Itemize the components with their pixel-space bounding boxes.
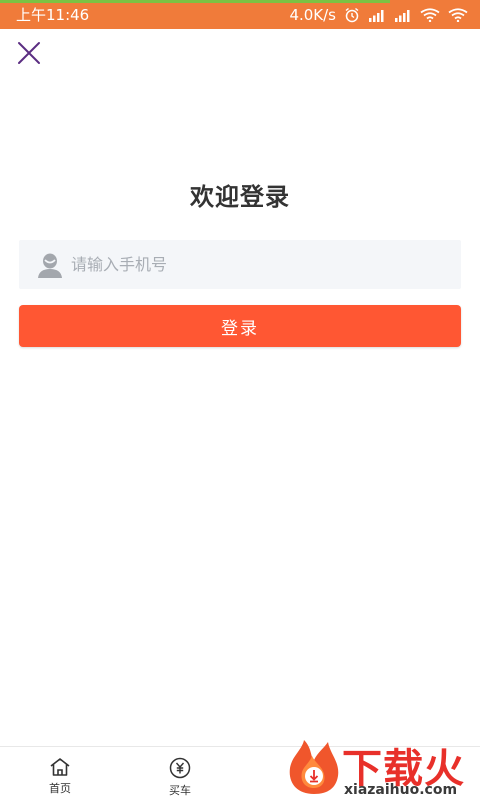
signal-icon [395,9,410,22]
alarm-icon [345,7,359,22]
login-button[interactable]: 登录 [19,305,461,347]
wifi-icon [448,7,468,22]
close-button[interactable] [16,40,42,66]
close-icon [18,42,40,64]
tab-home[interactable]: 首页 [30,757,90,796]
tab-home-label: 首页 [49,782,71,795]
yuan-icon [169,757,191,779]
watermark-subtitle: xiazaihuo.com [344,782,458,798]
net-speed: 4.0K/s [289,5,336,24]
tab-buy-car[interactable]: 买车 [150,757,210,798]
user-icon [38,253,62,278]
status-time: 上午11:46 [16,6,90,24]
phone-field[interactable] [19,240,461,289]
signal-icon [369,9,384,22]
home-icon [50,758,70,776]
flame-logo-icon [289,740,339,794]
tab-buy-car-label: 买车 [169,784,191,797]
page-title: 欢迎登录 [190,183,290,211]
phone-input[interactable] [71,240,461,289]
status-bar: 上午11:46 4.0K/s [0,0,480,29]
watermark: 下载火 xiazaihuo.com [272,732,480,800]
status-indicators: 4.0K/s [289,6,468,24]
wifi-icon [420,7,440,22]
